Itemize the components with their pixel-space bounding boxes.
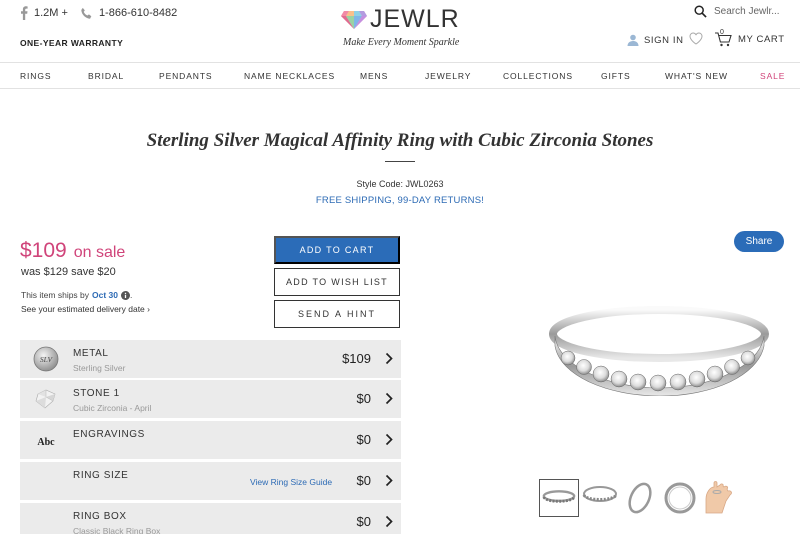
- search-icon[interactable]: [694, 5, 707, 18]
- phone-icon: [81, 7, 92, 19]
- option-price: $0: [356, 432, 371, 447]
- price-block: $109 on sale: [20, 239, 125, 263]
- search-input[interactable]: Search Jewlr...: [714, 6, 780, 17]
- nav-sale[interactable]: SALE: [760, 71, 785, 81]
- logo-wordmark: JEWLR: [370, 5, 460, 33]
- social-contact: 1.2M + 1-866-610-8482: [20, 6, 177, 20]
- chevron-right-icon: [385, 392, 393, 405]
- chevron-right-icon: [385, 474, 393, 487]
- gem-logo-icon: [341, 10, 367, 29]
- search-box[interactable]: Search Jewlr...: [694, 5, 780, 18]
- gemstone-icon: [35, 389, 56, 409]
- engraving-icon: Abc: [37, 437, 55, 448]
- chevron-right-icon: [385, 352, 393, 365]
- chevron-right-icon: [385, 433, 393, 446]
- sign-in-link[interactable]: SIGN IN: [627, 34, 684, 46]
- nav-gifts[interactable]: GIFTS: [601, 71, 631, 81]
- thumbnail-3[interactable]: [620, 479, 660, 517]
- chevron-right-icon: [385, 515, 393, 528]
- option-price: $0: [356, 514, 371, 529]
- on-sale-label: on sale: [73, 244, 126, 261]
- cart-link[interactable]: 0 MY CART: [714, 29, 785, 47]
- send-hint-button[interactable]: SEND A HINT: [274, 300, 400, 328]
- phone-number[interactable]: 1-866-610-8482: [99, 7, 177, 19]
- option-metal[interactable]: SLV METAL Sterling Silver $109: [20, 340, 401, 378]
- option-label: STONE 1: [73, 388, 120, 399]
- option-engravings[interactable]: Abc ENGRAVINGS $0: [20, 421, 401, 459]
- delivery-date-link[interactable]: See your estimated delivery date ›: [21, 304, 150, 314]
- site-logo[interactable]: JEWLR: [340, 5, 460, 34]
- nav-rings[interactable]: RINGS: [20, 71, 51, 81]
- option-price: $109: [342, 351, 371, 366]
- facebook-follower-count: 1.2M +: [34, 7, 68, 19]
- thumbnail-hand[interactable]: [700, 479, 740, 517]
- option-value: Cubic Zirconia - April: [73, 403, 152, 413]
- heart-icon[interactable]: [689, 32, 703, 45]
- sign-in-label: SIGN IN: [644, 34, 684, 46]
- shipping-promo: FREE SHIPPING, 99-DAY RETURNS!: [315, 195, 485, 206]
- option-price: $0: [356, 473, 371, 488]
- facebook-icon[interactable]: [20, 6, 28, 20]
- metal-swatch-icon: SLV: [33, 346, 59, 372]
- add-to-cart-button[interactable]: ADD TO CART: [274, 236, 400, 264]
- was-price: was $129 save $20: [21, 266, 116, 278]
- nav-pendants[interactable]: PENDANTS: [159, 71, 213, 81]
- nav-whats-new[interactable]: WHAT'S NEW: [665, 71, 728, 81]
- main-nav: RINGS BRIDAL PENDANTS NAME NECKLACES MEN…: [0, 62, 800, 89]
- metal-swatch-text: SLV: [40, 355, 54, 364]
- product-ring-image[interactable]: [548, 304, 770, 396]
- ships-by: This item ships by Oct 30 .: [21, 290, 132, 300]
- option-value: Classic Black Ring Box: [73, 526, 161, 534]
- cart-count-badge: 0: [720, 29, 725, 36]
- option-stone-1[interactable]: STONE 1 Cubic Zirconia - April $0: [20, 380, 401, 418]
- option-value: Sterling Silver: [73, 363, 126, 373]
- add-to-wish-list-button[interactable]: ADD TO WISH LIST: [274, 268, 400, 296]
- option-label: RING BOX: [73, 511, 127, 522]
- engraving-icon-text: Abc: [37, 437, 55, 448]
- ship-date: Oct 30: [92, 290, 119, 300]
- nav-name-necklaces[interactable]: NAME NECKLACES: [244, 71, 335, 81]
- style-code: Style Code: JWL0263: [356, 179, 444, 189]
- cart-icon-wrap: 0: [714, 29, 732, 47]
- option-label: RING SIZE: [73, 470, 129, 481]
- product-title: Sterling Silver Magical Affinity Ring wi…: [146, 130, 654, 151]
- user-icon: [627, 34, 639, 46]
- tagline: Make Every Moment Sparkle: [343, 37, 460, 48]
- option-price: $0: [356, 391, 371, 406]
- ring-size-guide-link[interactable]: View Ring Size Guide: [250, 477, 332, 487]
- share-button[interactable]: Share: [734, 231, 784, 252]
- thumbnail-2[interactable]: [580, 479, 620, 517]
- title-divider: [385, 161, 415, 162]
- thumbnail-1[interactable]: [539, 479, 579, 517]
- nav-jewelry[interactable]: JEWELRY: [425, 71, 471, 81]
- sale-price: $109: [20, 239, 67, 262]
- option-ring-box[interactable]: RING BOX Classic Black Ring Box $0: [20, 503, 401, 534]
- ship-date-period: .: [130, 290, 133, 300]
- option-label: ENGRAVINGS: [73, 429, 145, 440]
- top-bar: 1.2M + 1-866-610-8482 ONE-YEAR WARRANTY …: [0, 0, 800, 62]
- info-icon[interactable]: [121, 290, 131, 300]
- nav-collections[interactable]: COLLECTIONS: [503, 71, 573, 81]
- option-label: METAL: [73, 348, 109, 359]
- cart-label: MY CART: [738, 33, 785, 45]
- option-ring-size[interactable]: RING SIZE View Ring Size Guide $0: [20, 462, 401, 500]
- thumbnail-4[interactable]: [660, 479, 700, 517]
- ships-by-text: This item ships by: [21, 290, 90, 300]
- nav-bridal[interactable]: BRIDAL: [88, 71, 124, 81]
- nav-mens[interactable]: MENS: [360, 71, 388, 81]
- warranty-link[interactable]: ONE-YEAR WARRANTY: [20, 38, 123, 48]
